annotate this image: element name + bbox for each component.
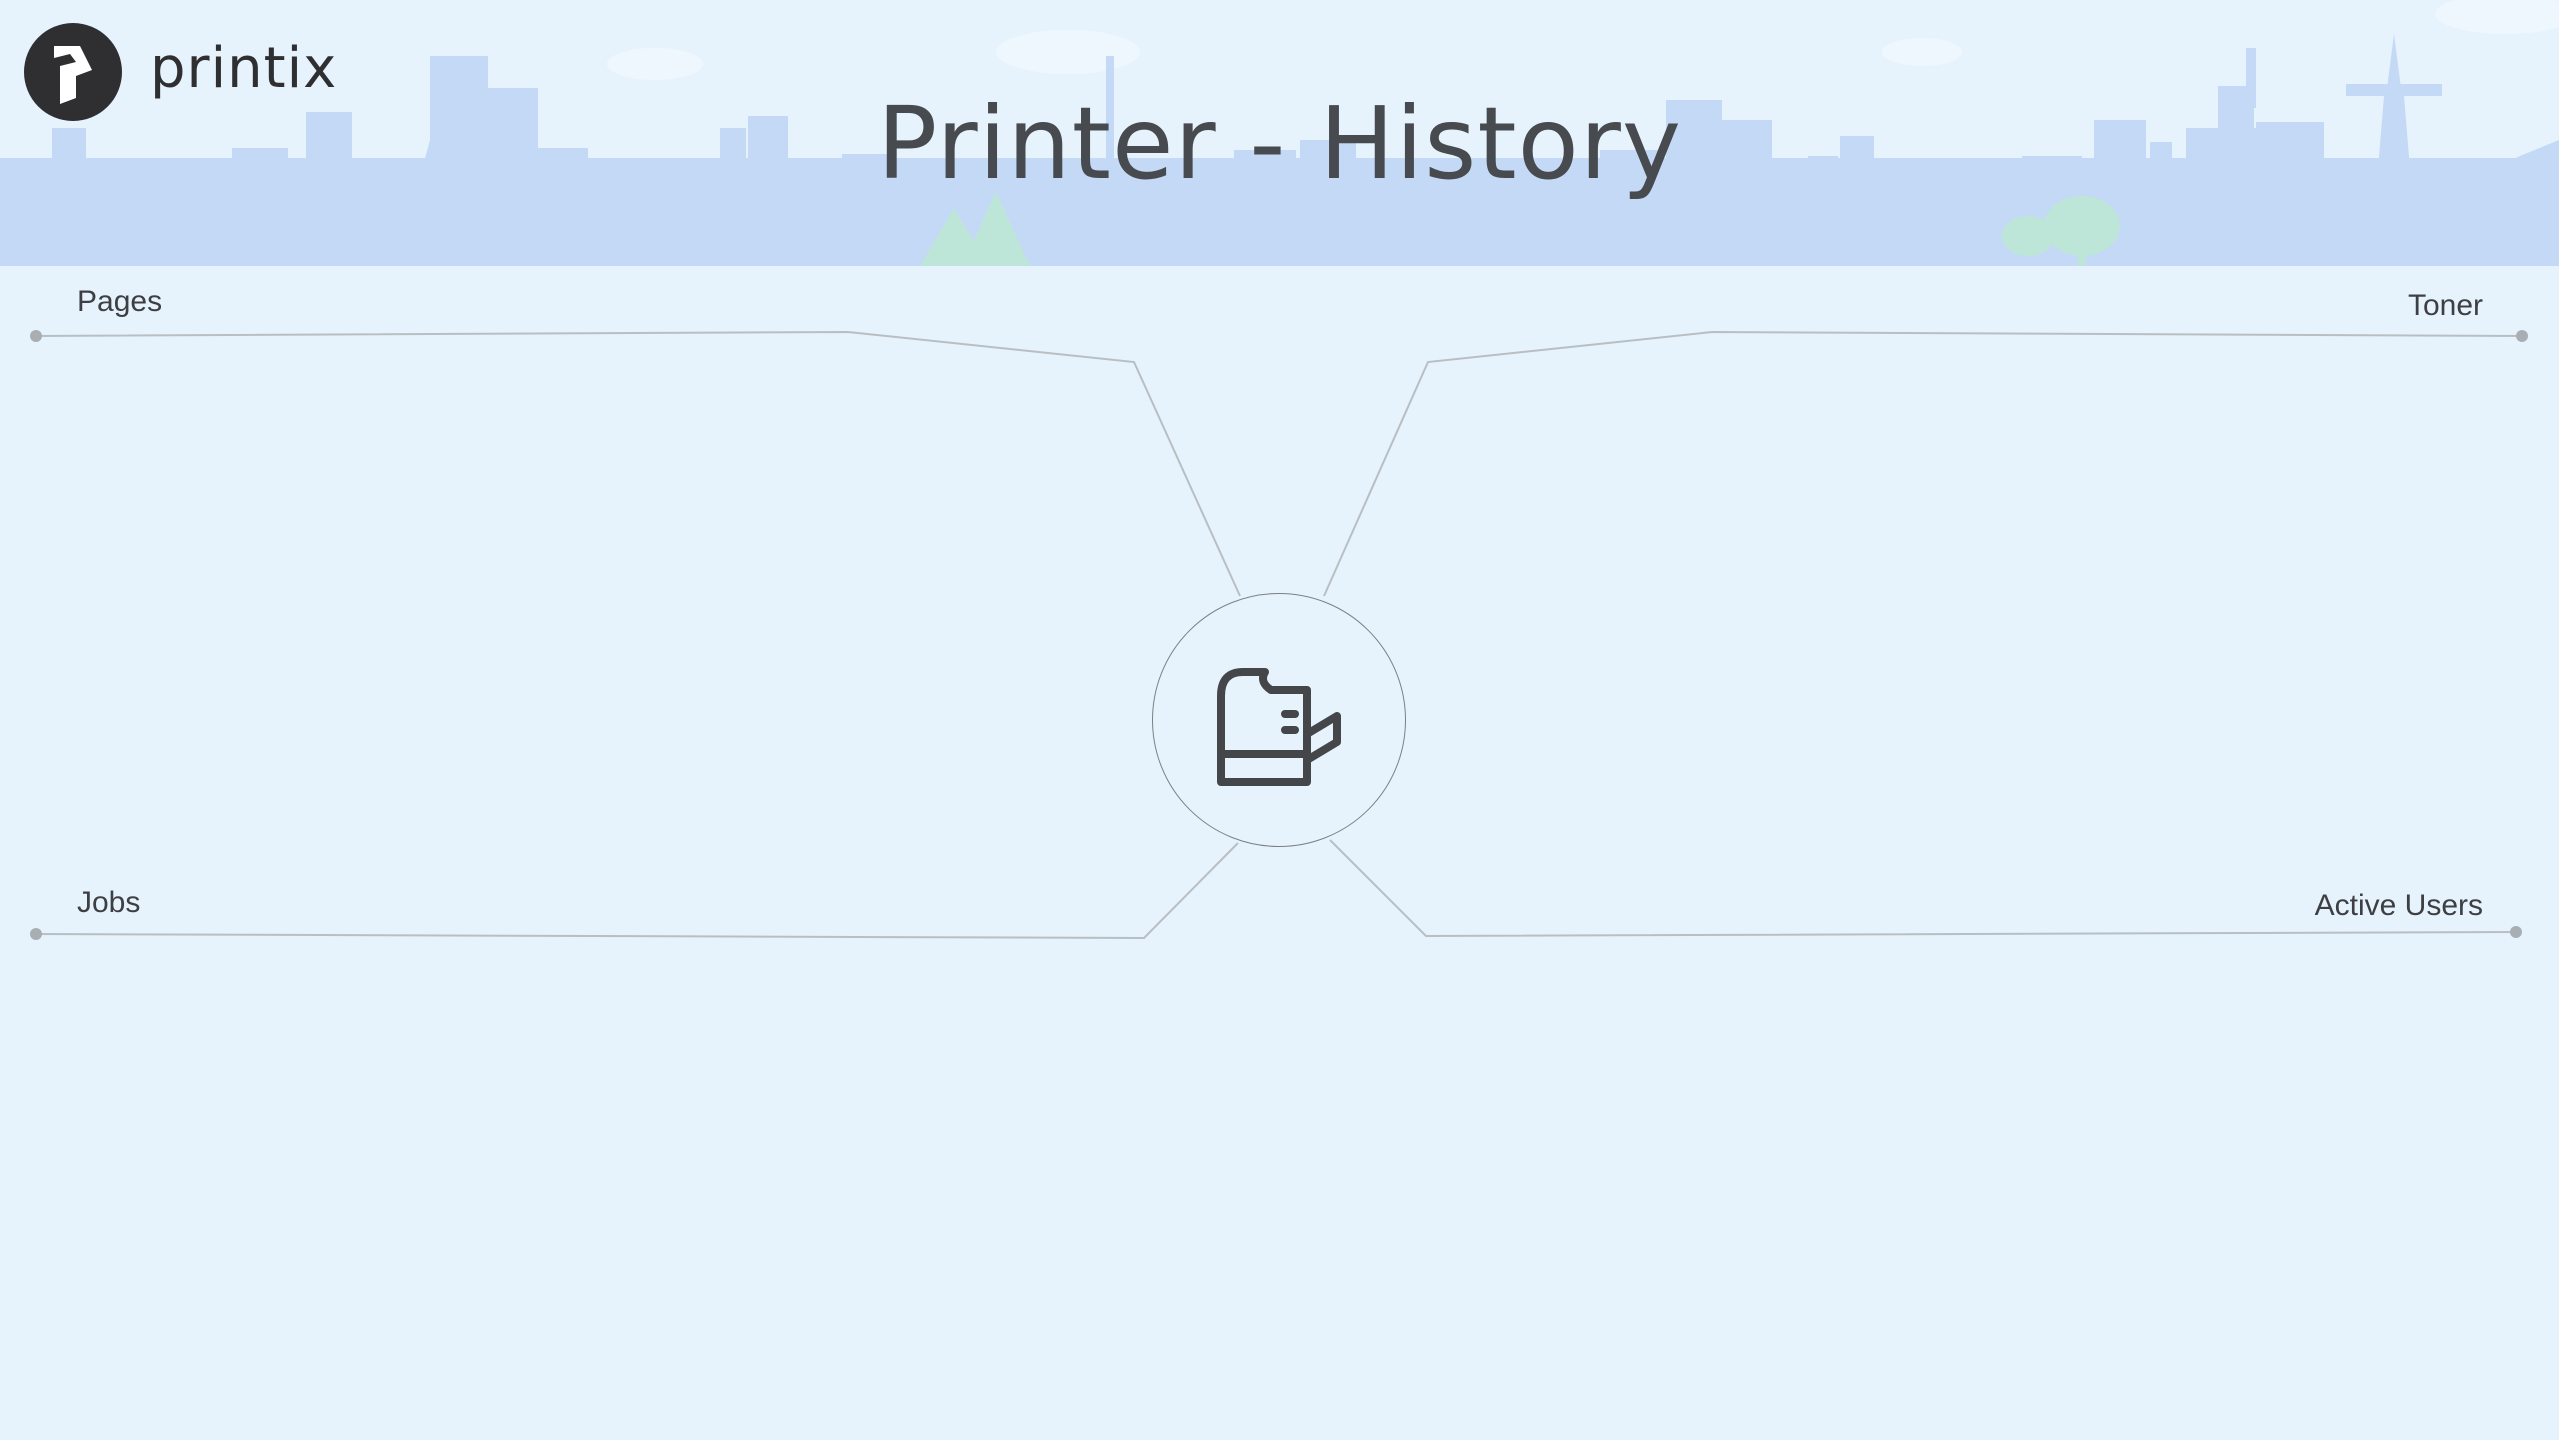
dot-pages — [30, 330, 42, 342]
connector-jobs — [35, 842, 1239, 940]
metric-label-pages[interactable]: Pages — [77, 282, 162, 322]
printer-hub[interactable] — [1152, 593, 1406, 847]
dot-toner — [2516, 330, 2528, 342]
dot-jobs — [30, 928, 42, 940]
connector-toner — [1323, 330, 2523, 597]
metric-label-toner[interactable]: Toner — [2408, 286, 2483, 326]
dot-active-users — [2510, 926, 2522, 938]
dashboard-canvas: printix Printer - History Pages Toner Jo… — [0, 0, 2559, 1440]
connector-pages — [35, 330, 1241, 597]
printer-icon — [1217, 668, 1341, 786]
metric-label-active-users[interactable]: Active Users — [2315, 886, 2483, 926]
metric-label-jobs[interactable]: Jobs — [77, 883, 140, 923]
